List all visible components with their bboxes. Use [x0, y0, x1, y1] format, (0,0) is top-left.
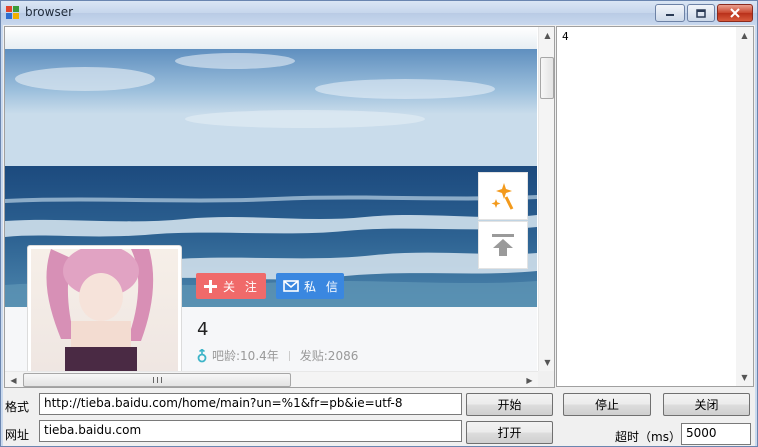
close-button[interactable]: 关闭 — [663, 393, 750, 416]
browser-horizontal-scrollbar[interactable]: ◀ ▶ — [5, 371, 538, 387]
timeout-input[interactable]: 5000 — [681, 423, 751, 445]
title-bar[interactable]: browser — [1, 1, 757, 25]
output-textbox[interactable]: 4 ▲ ▼ — [556, 26, 754, 387]
format-input[interactable]: http://tieba.baidu.com/home/main?un=%1&f… — [39, 393, 462, 415]
app-icon — [6, 6, 19, 19]
gender-icon — [197, 348, 207, 362]
url-input[interactable]: tieba.baidu.com — [39, 420, 462, 442]
app-window: browser 关 注 私 信 4 吧龄:10.4年 发贴:2086 ▲ ▼ ◀… — [0, 0, 758, 447]
follow-label: 关 注 — [223, 279, 260, 294]
minimize-button[interactable] — [655, 4, 685, 22]
scrollbar-corner — [538, 371, 554, 387]
follow-button[interactable]: 关 注 — [196, 273, 266, 299]
browser-vertical-scrollbar[interactable]: ▲ ▼ — [538, 27, 554, 371]
start-button[interactable]: 开始 — [466, 393, 553, 416]
profile-stats: 吧龄:10.4年 发贴:2086 — [196, 347, 358, 364]
arrow-up-to-top-icon — [492, 234, 514, 256]
output-text: 4 — [562, 30, 569, 43]
page-header-strip — [5, 27, 537, 49]
timeout-label: 超时（ms） — [615, 430, 681, 444]
maximize-icon — [696, 8, 706, 18]
minimize-icon — [666, 14, 674, 16]
output-scroll-up-icon[interactable]: ▲ — [736, 27, 753, 44]
grip-icon — [152, 377, 162, 383]
url-label: 网址 — [5, 428, 30, 442]
stop-button[interactable]: 停止 — [563, 393, 651, 416]
bar-age: 吧龄:10.4年 — [212, 349, 279, 363]
horizontal-scroll-thumb[interactable] — [23, 373, 291, 387]
window-title: browser — [25, 5, 74, 19]
back-to-top-button[interactable] — [478, 221, 528, 269]
scroll-up-icon[interactable]: ▲ — [539, 27, 554, 44]
stats-divider — [288, 350, 290, 361]
profile-username: 4 — [197, 319, 209, 340]
browser-view[interactable]: 关 注 私 信 4 吧龄:10.4年 发贴:2086 ▲ ▼ ◀ ▶ — [4, 26, 555, 388]
client-area: 关 注 私 信 4 吧龄:10.4年 发贴:2086 ▲ ▼ ◀ ▶ 4 ▲ ▼… — [3, 25, 755, 446]
close-icon — [730, 8, 740, 18]
output-scroll-down-icon[interactable]: ▼ — [736, 369, 753, 386]
mail-icon — [283, 280, 299, 292]
post-count: 发贴:2086 — [299, 349, 359, 363]
avatar[interactable] — [27, 245, 182, 375]
vertical-scroll-thumb[interactable] — [540, 57, 554, 99]
plus-icon — [204, 279, 217, 293]
close-window-button[interactable] — [717, 4, 753, 22]
format-label: 格式 — [5, 400, 30, 414]
scroll-right-icon[interactable]: ▶ — [521, 372, 538, 387]
open-button[interactable]: 打开 — [466, 421, 553, 444]
output-vertical-scrollbar[interactable]: ▲ ▼ — [736, 27, 753, 386]
maximize-button[interactable] — [687, 4, 715, 22]
scroll-down-icon[interactable]: ▼ — [539, 354, 554, 371]
message-label: 私 信 — [304, 279, 341, 294]
sidebar-ai-tool-button[interactable] — [478, 172, 528, 220]
message-button[interactable]: 私 信 — [276, 273, 344, 299]
scroll-left-icon[interactable]: ◀ — [5, 372, 22, 387]
sparkle-icon — [491, 183, 514, 210]
